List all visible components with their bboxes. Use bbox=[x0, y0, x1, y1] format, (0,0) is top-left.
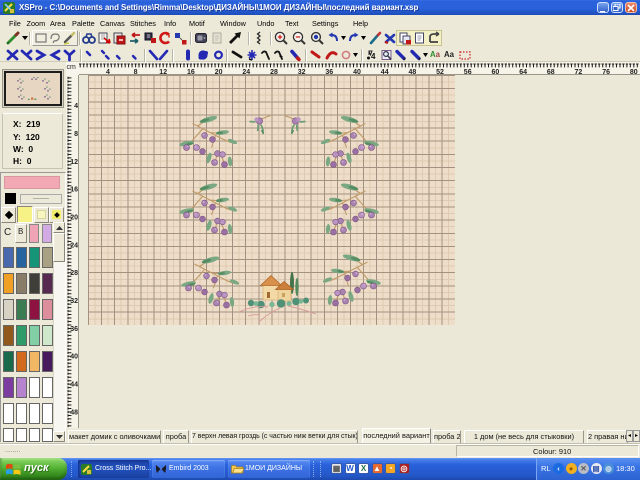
svg-text:32: 32 bbox=[70, 298, 78, 305]
svg-text:44: 44 bbox=[70, 382, 78, 389]
svg-text:40: 40 bbox=[70, 354, 78, 361]
svg-text:4: 4 bbox=[74, 103, 78, 110]
svg-text:16: 16 bbox=[70, 187, 78, 194]
svg-text:20: 20 bbox=[70, 215, 78, 222]
svg-text:24: 24 bbox=[70, 242, 78, 249]
svg-text:36: 36 bbox=[70, 326, 78, 333]
svg-text:28: 28 bbox=[70, 270, 78, 277]
svg-text:48: 48 bbox=[70, 409, 78, 416]
svg-text:4: 4 bbox=[371, 52, 376, 61]
svg-text:12: 12 bbox=[70, 159, 78, 166]
svg-text:8: 8 bbox=[74, 131, 78, 138]
